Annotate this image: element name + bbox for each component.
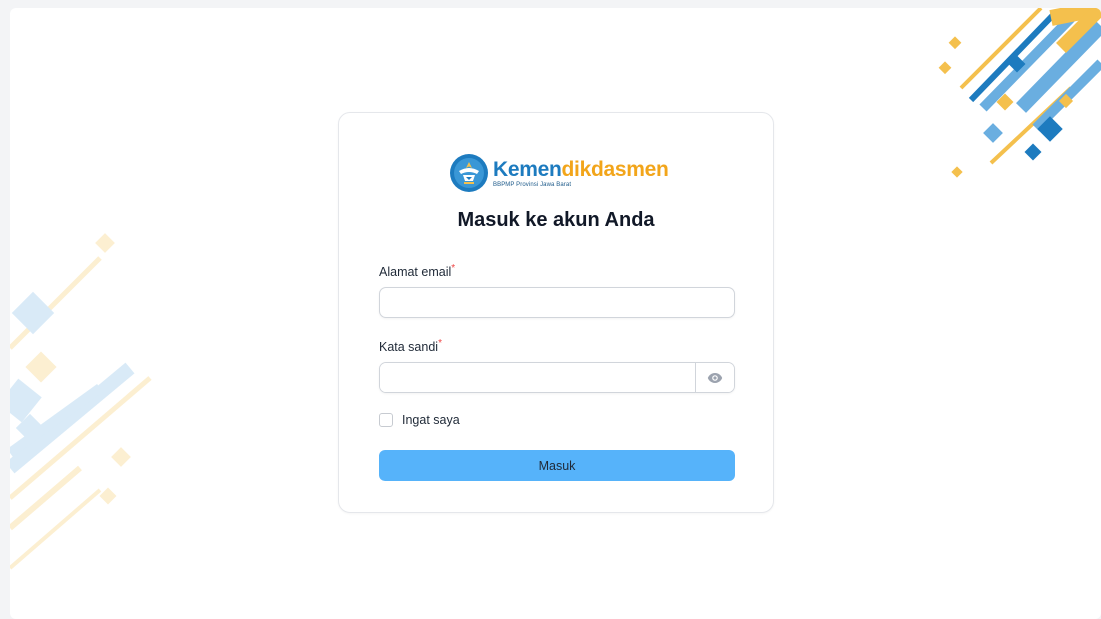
brand-subtitle: BBPMP Provinsi Jawa Barat: [493, 181, 572, 188]
remember-me-checkbox[interactable]: [379, 413, 393, 427]
decorative-stripes-top-right: [938, 8, 1101, 178]
password-group: [379, 362, 735, 393]
login-button[interactable]: Masuk: [379, 450, 735, 481]
password-field[interactable]: [380, 363, 695, 392]
brand-name-part2: dikdasmen: [561, 157, 669, 181]
tut-wuri-handayani-emblem-icon: [450, 154, 488, 192]
remember-me: Ingat saya: [379, 413, 460, 427]
email-field[interactable]: [379, 287, 735, 318]
remember-me-label: Ingat saya: [402, 413, 460, 427]
login-card: Kemendikdasmen BBPMP Provinsi Jawa Barat…: [338, 112, 774, 513]
password-label: Kata sandi*: [379, 338, 442, 354]
page-title: Masuk ke akun Anda: [457, 209, 655, 231]
required-mark: *: [438, 338, 442, 349]
email-label-text: Alamat email: [379, 265, 452, 279]
brand-logo: Kemendikdasmen BBPMP Provinsi Jawa Barat: [449, 153, 669, 193]
show-password-button[interactable]: [695, 363, 734, 392]
password-label-text: Kata sandi: [379, 340, 439, 354]
brand-name: Kemendikdasmen: [493, 159, 669, 180]
brand-name-part1: Kemen: [493, 157, 562, 181]
required-mark: *: [451, 263, 456, 274]
eye-icon: [707, 372, 723, 383]
login-page: Kemendikdasmen BBPMP Provinsi Jawa Barat…: [10, 8, 1101, 619]
decorative-stripes-bottom-left: [10, 233, 152, 570]
email-label: Alamat email*: [379, 263, 456, 279]
